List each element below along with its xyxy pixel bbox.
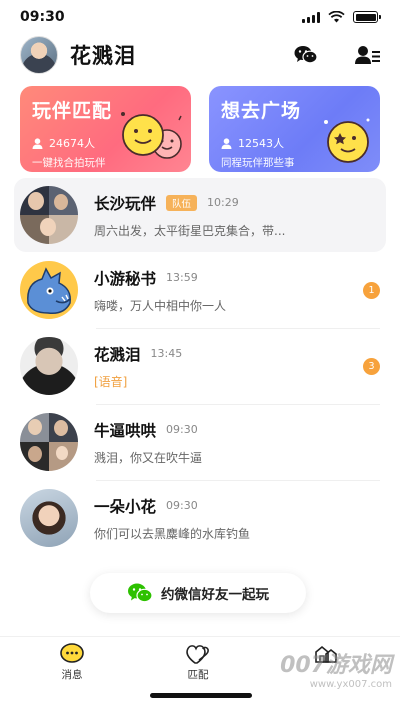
chat-top: 花溅泪 13:45 — [94, 343, 380, 365]
chat-body: 一朵小花 09:30 你们可以去黑麋峰的水库钓鱼 — [94, 495, 380, 542]
match-card[interactable]: 玩伴匹配 24674人 一键找合拍玩伴 — [20, 86, 191, 172]
chat-message: 周六出发，太平街星巴克集合，带... — [94, 223, 286, 238]
person-icon — [32, 137, 43, 149]
chat-time: 10:29 — [207, 196, 239, 209]
plaza-card-count-text: 12543人 — [238, 137, 284, 150]
chat-name: 花溅泪 — [94, 345, 141, 364]
chat-time: 13:59 — [166, 271, 198, 284]
smiley-faces-icon — [121, 112, 182, 159]
app-header: 花溅泪 — [0, 36, 400, 74]
tab-messages-label: 消息 — [61, 669, 83, 681]
watermark-main: 007游戏网 — [280, 653, 392, 678]
chat-item[interactable]: 小游秘书 13:59 嗨喽，万人中相中你一人 1 — [0, 252, 400, 328]
battery-icon — [353, 11, 381, 23]
man-portrait-avatar — [20, 337, 78, 395]
chat-item[interactable]: 长沙玩伴 队伍 10:29 周六出发，太平街星巴克集合，带... — [14, 178, 386, 252]
team-badge: 队伍 — [166, 194, 198, 211]
blue-creature-icon — [27, 267, 72, 315]
woman-portrait-avatar — [20, 489, 78, 547]
header-actions — [292, 41, 382, 69]
chat-top: 一朵小花 09:30 — [94, 495, 380, 517]
person-icon — [221, 137, 232, 149]
chat-item[interactable]: 牛逼哄哄 09:30 溅泪，你又在吹牛逼 — [0, 404, 400, 480]
chat-top: 长沙玩伴 队伍 10:29 — [94, 192, 380, 214]
chat-item[interactable]: 一朵小花 09:30 你们可以去黑麋峰的水库钓鱼 — [0, 480, 400, 556]
wechat-button[interactable] — [292, 41, 320, 69]
user-avatar[interactable] — [20, 36, 58, 74]
wifi-icon — [328, 11, 345, 23]
watermark: 007游戏网 www.yx007.com — [280, 647, 392, 690]
chat-message: 你们可以去黑麋峰的水库钓鱼 — [94, 526, 251, 541]
chat-body: 长沙玩伴 队伍 10:29 周六出发，太平街星巴克集合，带... — [94, 192, 380, 239]
tab-match-label: 匹配 — [187, 669, 209, 681]
blue-creature-avatar — [20, 261, 78, 319]
unread-badge: 3 — [363, 358, 380, 375]
chat-message: 溅泪，你又在吹牛逼 — [94, 450, 203, 465]
invite-wechat-friends-button[interactable]: 约微信好友一起玩 — [90, 573, 306, 613]
tab-match[interactable]: 匹配 — [168, 643, 228, 682]
match-card-count-text: 24674人 — [49, 137, 95, 150]
status-time: 09:30 — [20, 9, 65, 25]
group-avatar — [20, 186, 78, 244]
status-icons — [302, 11, 381, 23]
chat-name: 牛逼哄哄 — [94, 421, 157, 440]
chat-body: 小游秘书 13:59 嗨喽，万人中相中你一人 — [94, 267, 380, 314]
chat-body: 花溅泪 13:45 [语音] — [94, 343, 380, 390]
chat-time: 13:45 — [150, 347, 183, 360]
watermark-url: www.yx007.com — [309, 679, 392, 690]
contacts-button[interactable] — [354, 41, 382, 69]
page-title: 花溅泪 — [70, 44, 136, 68]
chat-top: 小游秘书 13:59 — [94, 267, 380, 289]
plaza-card[interactable]: 想去广场 12543人 同程玩伴那些事 — [209, 86, 380, 172]
group-avatar — [20, 413, 78, 471]
status-bar: 09:30 — [0, 0, 400, 34]
chat-list: 长沙玩伴 队伍 10:29 周六出发，太平街星巴克集合，带... 小游秘书 13… — [0, 178, 400, 556]
chat-top: 牛逼哄哄 09:30 — [94, 419, 380, 441]
wechat-icon — [294, 46, 318, 64]
chat-time: 09:30 — [166, 423, 198, 436]
chat-item[interactable]: 花溅泪 13:45 [语音] 3 — [0, 328, 400, 404]
chat-message: 嗨喽，万人中相中你一人 — [94, 298, 227, 313]
chat-body: 牛逼哄哄 09:30 溅泪，你又在吹牛逼 — [94, 419, 380, 466]
heart-icon — [186, 645, 209, 664]
chat-name: 小游秘书 — [94, 269, 157, 288]
star-smiley-icon — [324, 118, 370, 163]
tab-messages[interactable]: 消息 — [42, 643, 102, 682]
chat-message: [语音] — [94, 374, 128, 389]
wechat-icon — [128, 583, 153, 603]
invite-label: 约微信好友一起玩 — [161, 587, 269, 603]
chat-name: 一朵小花 — [94, 497, 157, 516]
feature-cards: 玩伴匹配 24674人 一键找合拍玩伴 想去广场 12543人 同程玩伴那些事 — [20, 86, 380, 172]
home-indicator — [150, 693, 252, 698]
chat-time: 09:30 — [166, 499, 198, 512]
cellular-signal-icon — [302, 11, 320, 23]
message-icon — [60, 643, 84, 663]
unread-badge: 1 — [363, 282, 380, 299]
contacts-icon — [355, 46, 380, 64]
chat-name: 长沙玩伴 — [94, 194, 157, 213]
